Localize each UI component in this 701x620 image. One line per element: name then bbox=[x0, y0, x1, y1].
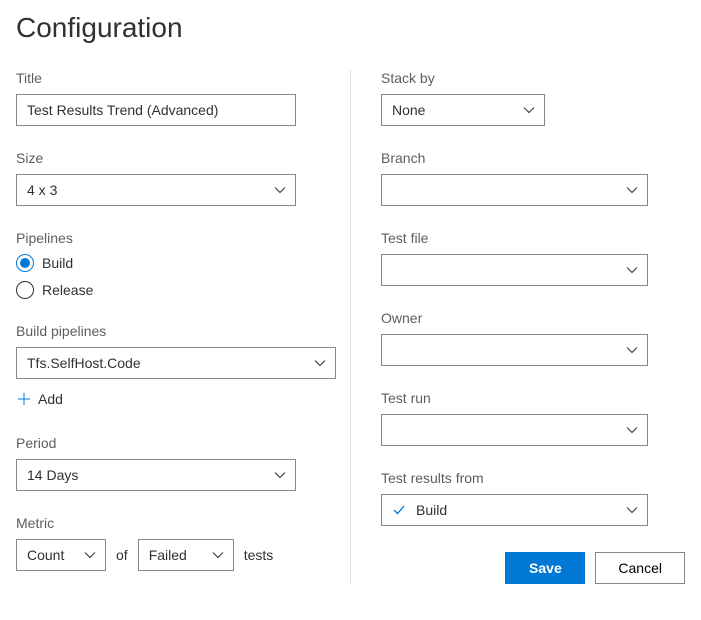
plus-icon bbox=[16, 391, 32, 407]
size-select[interactable]: 4 x 3 bbox=[16, 174, 296, 206]
build-pipelines-value: Tfs.SelfHost.Code bbox=[27, 355, 141, 371]
save-button[interactable]: Save bbox=[505, 552, 585, 584]
build-pipelines-select[interactable]: Tfs.SelfHost.Code bbox=[16, 347, 336, 379]
period-select[interactable]: 14 Days bbox=[16, 459, 296, 491]
test-file-select[interactable] bbox=[381, 254, 648, 286]
add-label: Add bbox=[38, 391, 63, 407]
test-run-label: Test run bbox=[381, 390, 685, 406]
pipelines-radio-build[interactable]: Build bbox=[16, 254, 320, 272]
owner-label: Owner bbox=[381, 310, 685, 326]
cancel-button[interactable]: Cancel bbox=[595, 552, 685, 584]
test-results-from-select[interactable]: Build bbox=[381, 494, 648, 526]
branch-label: Branch bbox=[381, 150, 685, 166]
build-pipelines-label: Build pipelines bbox=[16, 323, 320, 339]
size-label: Size bbox=[16, 150, 320, 166]
pipelines-radio-release[interactable]: Release bbox=[16, 281, 320, 299]
metric-label: Metric bbox=[16, 515, 320, 531]
stack-by-label: Stack by bbox=[381, 70, 685, 86]
test-file-label: Test file bbox=[381, 230, 685, 246]
radio-icon bbox=[16, 254, 34, 272]
test-results-from-value: Build bbox=[416, 502, 447, 518]
branch-select[interactable] bbox=[381, 174, 648, 206]
title-input[interactable] bbox=[16, 94, 296, 126]
test-results-from-label: Test results from bbox=[381, 470, 685, 486]
right-column: Stack by None Branch Te bbox=[351, 70, 685, 584]
metric-status-value: Failed bbox=[149, 547, 187, 563]
title-label: Title bbox=[16, 70, 320, 86]
metric-of-text: of bbox=[116, 547, 128, 563]
stack-by-select[interactable]: None bbox=[381, 94, 545, 126]
metric-count-value: Count bbox=[27, 547, 64, 563]
stack-by-value: None bbox=[392, 102, 425, 118]
owner-select[interactable] bbox=[381, 334, 648, 366]
radio-label: Release bbox=[42, 282, 93, 298]
size-value: 4 x 3 bbox=[27, 182, 57, 198]
add-pipeline-button[interactable]: Add bbox=[16, 387, 320, 411]
left-column: Title Size 4 x 3 Pipelines Build bbox=[16, 70, 351, 584]
check-icon bbox=[392, 503, 406, 517]
radio-label: Build bbox=[42, 255, 73, 271]
metric-status-select[interactable]: Failed bbox=[138, 539, 234, 571]
period-value: 14 Days bbox=[27, 467, 78, 483]
test-run-select[interactable] bbox=[381, 414, 648, 446]
pipelines-label: Pipelines bbox=[16, 230, 320, 246]
page-title: Configuration bbox=[16, 12, 685, 44]
metric-count-select[interactable]: Count bbox=[16, 539, 106, 571]
metric-tests-text: tests bbox=[244, 547, 274, 563]
period-label: Period bbox=[16, 435, 320, 451]
radio-icon bbox=[16, 281, 34, 299]
